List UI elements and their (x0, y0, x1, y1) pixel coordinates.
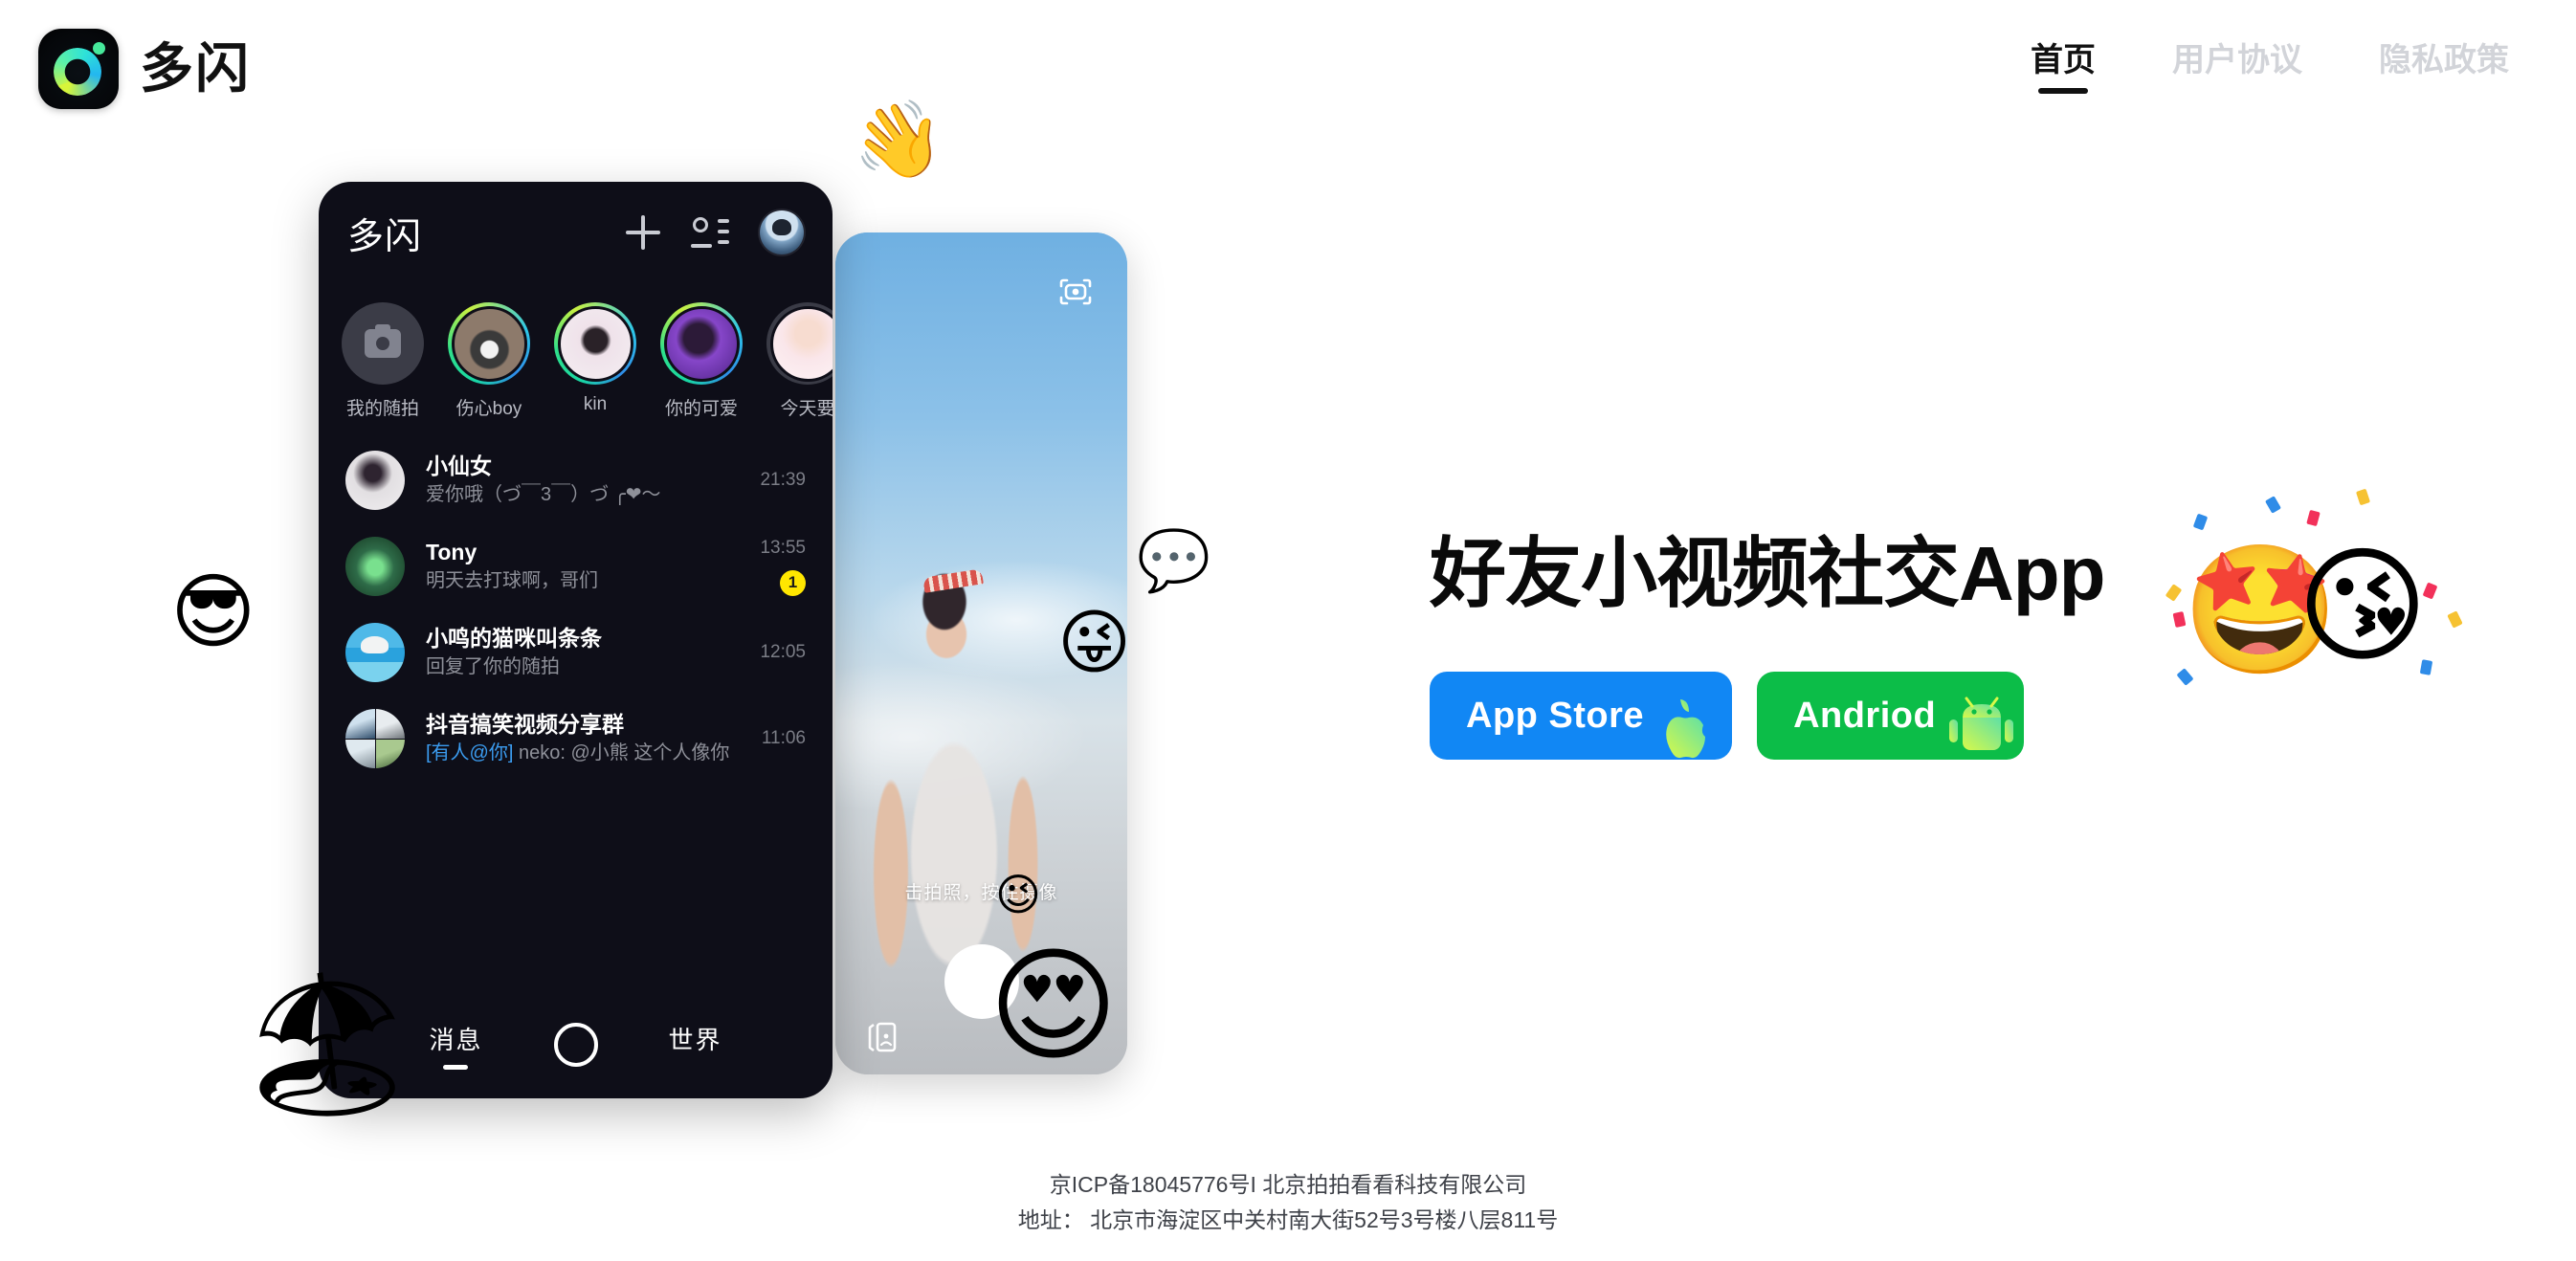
user-avatar[interactable] (760, 210, 804, 254)
app-title: 多闪 (347, 216, 423, 257)
gallery-icon[interactable] (862, 1017, 902, 1057)
story-avatar (451, 305, 527, 382)
chat-preview: 回复了你的随拍 (426, 656, 560, 678)
winking-tongue-emoji: 😜 (1057, 603, 1132, 682)
android-button[interactable]: Andriod (1757, 672, 2025, 760)
chat-timestamp: 11:06 (761, 728, 806, 748)
story-label: kin (583, 394, 608, 414)
tab-world[interactable]: 世界 (669, 1021, 722, 1070)
chat-avatar (345, 623, 405, 682)
confetti-bit (2306, 509, 2321, 527)
sunglasses-emoji: 😎 (170, 566, 256, 658)
nav-item-user-agreement[interactable]: 用户协议 (2172, 44, 2302, 94)
chat-list-item[interactable]: Tony 明天去打球啊，哥们 13:55 1 (319, 523, 833, 609)
chat-preview: 明天去打球啊，哥们 (426, 570, 598, 592)
story-item-2[interactable]: kin (554, 302, 636, 420)
shutter-icon[interactable] (553, 1023, 598, 1067)
chat-meta: 13:55 1 (760, 537, 806, 596)
nav-item-home[interactable]: 首页 (2031, 44, 2096, 94)
story-label: 伤心boy (455, 399, 522, 419)
confetti-bit (2264, 496, 2282, 514)
chat-timestamp: 21:39 (760, 470, 806, 490)
kissing-heart-emoji: 😘 (2297, 536, 2429, 676)
heart-eyes-emoji: 😍 (988, 936, 1119, 1075)
chat-preview: 爱你哦（づ￣3￣）づ ╭❤～ (426, 484, 661, 506)
android-icon (1945, 695, 2014, 758)
story-ring (660, 302, 743, 385)
chat-list-item[interactable]: 小鸣的猫咪叫条条 回复了你的随拍 12:05 (319, 609, 833, 696)
chat-text: Tony 明天去打球啊，哥们 (426, 538, 739, 595)
story-ring (766, 302, 833, 385)
crown-face-sticker: 😉 (995, 870, 1041, 919)
app-store-button[interactable]: App Store (1430, 672, 1733, 760)
unread-badge: 1 (780, 569, 806, 596)
confetti-bit (2355, 488, 2371, 506)
download-buttons: App Store Andriod (1430, 672, 2482, 760)
story-label: 我的随拍 (345, 399, 419, 419)
story-label: 今天要 (780, 399, 833, 419)
camera-hint-text: 击拍照，按住摄像 (904, 883, 1058, 903)
apple-icon (1659, 693, 1719, 760)
story-ring (448, 302, 530, 385)
chat-meta: 21:39 (760, 451, 806, 510)
group-chat-avatar (345, 709, 405, 768)
footer-address-line: 地址： 北京市海淀区中关村南大街52号3号楼八层811号 (1017, 1207, 1559, 1233)
nav-links: 首页 用户协议 隐私政策 (2031, 44, 2509, 94)
footer-icp-line: 京ICP备18045776号I 北京拍拍看看科技有限公司 (1049, 1172, 1527, 1198)
chat-name: 抖音搞笑视频分享群 (426, 711, 624, 737)
chat-list: 小仙女 爱你哦（づ￣3￣）づ ╭❤～ 21:39 Tony 明天去打球啊，哥们 … (319, 420, 833, 782)
mention-tag: [有人@你] (426, 742, 514, 764)
chat-text: 小仙女 爱你哦（づ￣3￣）づ ╭❤～ (426, 452, 739, 509)
chat-avatar (345, 537, 405, 596)
chat-text: 小鸣的猫咪叫条条 回复了你的随拍 (426, 624, 739, 681)
chat-list-item[interactable]: 小仙女 爱你哦（づ￣3￣）づ ╭❤～ 21:39 (319, 437, 833, 523)
flip-camera-icon[interactable] (1058, 277, 1093, 306)
contacts-icon[interactable] (691, 216, 729, 249)
nav-item-privacy-policy[interactable]: 隐私政策 (2379, 44, 2509, 94)
chat-name: 小鸣的猫咪叫条条 (426, 625, 602, 651)
chat-text: 抖音搞笑视频分享群 [有人@你] neko: @小熊 这个人像你 (426, 710, 741, 767)
confetti-bit (2192, 513, 2209, 531)
app-header: 多闪 (319, 182, 833, 283)
stories-row: 我的随拍 伤心boy kin 你的可爱 今天要 (319, 283, 833, 420)
messages-phone-screen: 多闪 我的随拍 伤心boy kin 你的可爱 今天要 小仙女 爱你哦（づ￣3￣）… (319, 182, 833, 1098)
header-actions (626, 210, 804, 254)
story-avatar (769, 305, 833, 382)
speech-bubble-check-emoji: 💬 (1137, 528, 1211, 594)
chat-meta: 12:05 (760, 623, 806, 682)
camera-icon (342, 302, 424, 385)
story-ring (554, 302, 636, 385)
plus-icon[interactable] (626, 215, 660, 250)
story-item-4[interactable]: 今天要 (766, 302, 833, 420)
tab-messages[interactable]: 消息 (429, 1021, 482, 1070)
chat-list-item[interactable]: 抖音搞笑视频分享群 [有人@你] neko: @小熊 这个人像你 11:06 (319, 696, 833, 782)
chat-meta: 11:06 (762, 709, 806, 768)
chat-preview: [有人@你] neko: @小熊 这个人像你 (426, 740, 741, 767)
story-label: 你的可爱 (664, 399, 738, 419)
story-ring (342, 302, 424, 385)
story-item-1[interactable]: 伤心boy (448, 302, 530, 420)
chat-timestamp: 13:55 (760, 537, 806, 558)
landing-page: 多闪 首页 用户协议 隐私政策 击拍照，按住摄像 多闪 我的随拍 伤心boy k… (0, 0, 2576, 1261)
app-store-label: App Store (1466, 695, 1645, 736)
chat-timestamp: 12:05 (760, 642, 806, 662)
chat-avatar (345, 451, 405, 510)
chat-name: 小仙女 (426, 453, 492, 478)
story-item-my-camera[interactable]: 我的随拍 (342, 302, 424, 420)
story-item-3[interactable]: 你的可爱 (660, 302, 743, 420)
chat-name: Tony (426, 539, 477, 564)
footer: 京ICP备18045776号I 北京拍拍看看科技有限公司 地址： 北京市海淀区中… (0, 1167, 2576, 1238)
waving-hand-emoji: 👋 (847, 94, 949, 188)
beach-umbrella-emoji: 🏖 (237, 965, 417, 1123)
android-label: Andriod (1793, 695, 1937, 736)
story-avatar (663, 305, 740, 382)
chat-preview-text: neko: @小熊 这个人像你 (513, 742, 730, 764)
story-avatar (557, 305, 633, 382)
